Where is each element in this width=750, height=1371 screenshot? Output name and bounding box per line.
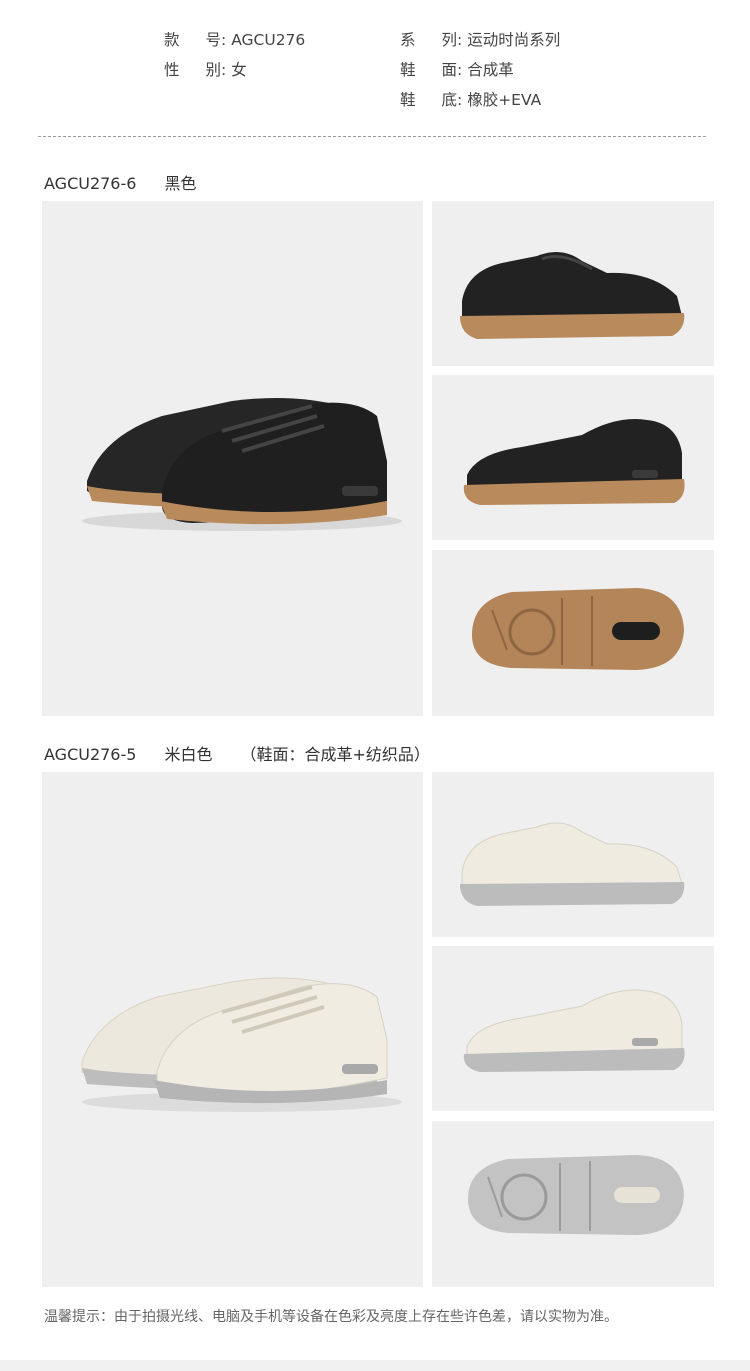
spec-label: 底:: [441, 91, 463, 109]
spec-value: 运动时尚系列: [467, 31, 561, 49]
spec-value: AGCU276: [231, 31, 306, 49]
spec-label: 别:: [205, 61, 227, 79]
cream-shoe-pair-illustration: [81, 977, 402, 1112]
spec-upper: 鞋 面: 合成革: [400, 58, 514, 80]
variant-code: AGCU276-6: [44, 174, 137, 193]
spec-label: 号:: [205, 31, 227, 49]
variant-color: 米白色: [164, 745, 213, 764]
spec-value: 橡胶+EVA: [467, 91, 542, 109]
grey-sole-illustration: [468, 1155, 684, 1235]
gum-sole-illustration: [472, 588, 684, 670]
variant-title-black: AGCU276-6 黑色: [44, 170, 224, 194]
black-shoe-side-illustration: [460, 252, 685, 339]
spec-label: 系: [400, 31, 416, 49]
variant-color: 黑色: [164, 174, 197, 193]
spec-style-no: 款 号: AGCU276: [164, 28, 305, 50]
side-view-black: [432, 201, 714, 366]
angle-view-black: [432, 375, 714, 540]
main-image-black-shoes: [42, 201, 423, 716]
cream-shoe-angle-illustration: [463, 989, 685, 1072]
variant-title-cream: AGCU276-5 米白色 （鞋面：合成革+纺织品）: [44, 741, 430, 765]
spec-label: 款: [164, 31, 180, 49]
variant-code: AGCU276-5: [44, 745, 137, 764]
spec-value: 女: [231, 61, 247, 79]
sole-view-cream: [432, 1121, 714, 1287]
variant-note: （鞋面：合成革+纺织品）: [240, 745, 430, 764]
spec-gender: 性 别: 女: [164, 58, 247, 80]
bottom-strip: [0, 1360, 750, 1371]
spec-value: 合成革: [467, 61, 514, 79]
spec-label: 鞋: [400, 91, 416, 109]
side-view-cream: [432, 772, 714, 937]
spec-sole: 鞋 底: 橡胶+EVA: [400, 88, 541, 110]
spec-label: 列:: [441, 31, 463, 49]
spec-label: 性: [164, 61, 180, 79]
spec-label: 鞋: [400, 61, 416, 79]
spec-series: 系 列: 运动时尚系列: [400, 28, 560, 50]
sole-view-black: [432, 550, 714, 716]
color-difference-notice: 温馨提示：由于拍摄光线、电脑及手机等设备在色彩及亮度上存在些许色差，请以实物为准…: [44, 1309, 618, 1325]
cream-shoe-side-illustration: [460, 822, 685, 906]
black-shoe-pair-illustration: [82, 397, 402, 531]
spec-label: 面:: [441, 61, 463, 79]
black-shoe-angle-illustration: [463, 419, 685, 505]
dashed-divider: [38, 136, 706, 137]
angle-view-cream: [432, 946, 714, 1111]
main-image-cream-shoes: [42, 772, 423, 1287]
